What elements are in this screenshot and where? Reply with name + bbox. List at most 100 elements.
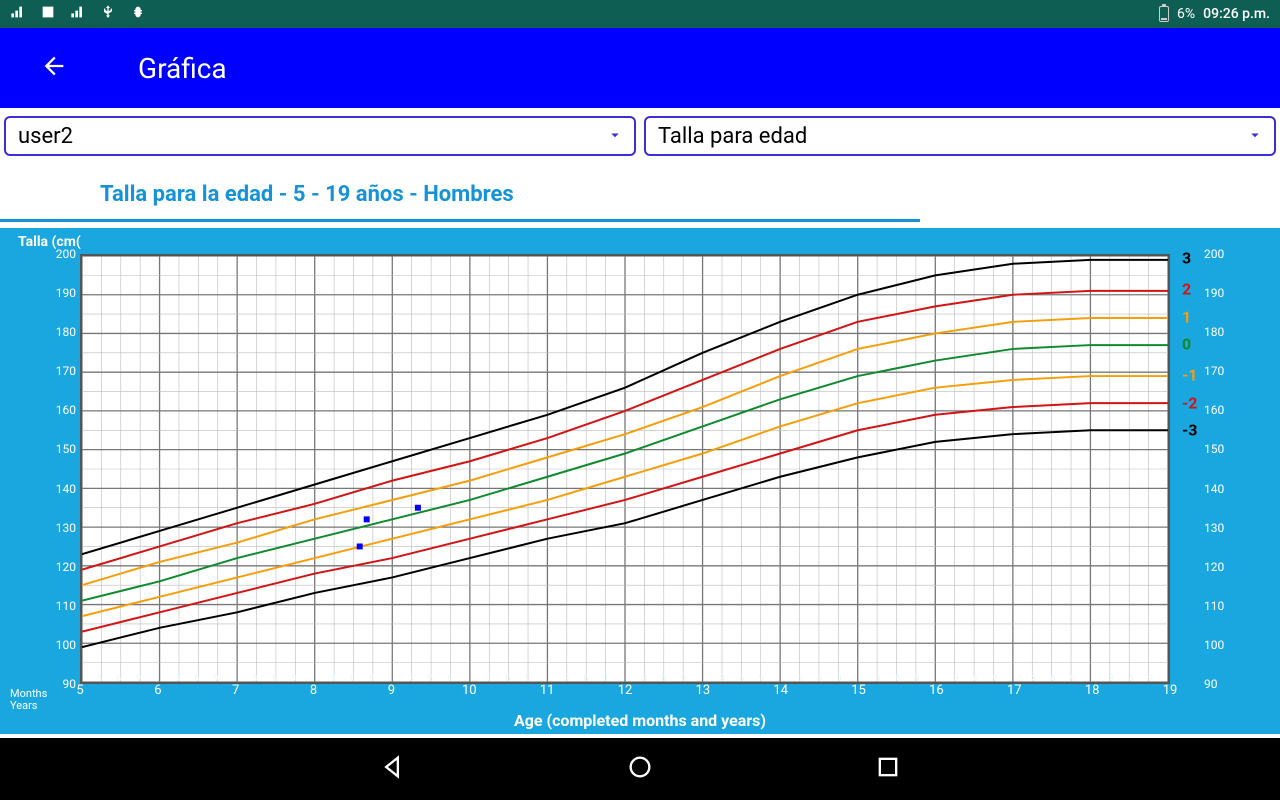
y-tick: 150 [48, 442, 76, 456]
x-subtick: 6 [116, 674, 121, 684]
x-subtick: 3 [253, 674, 258, 684]
x-subtick: 6 [584, 674, 589, 684]
nav-back-button[interactable] [378, 753, 406, 785]
nav-home-button[interactable] [626, 753, 654, 785]
x-tick: 9 [388, 683, 395, 698]
x-tick: 5 [76, 683, 83, 698]
user-selector[interactable]: user2 [4, 116, 636, 156]
battery-icon [1159, 6, 1169, 22]
x-subtick: 9 [1148, 674, 1153, 684]
x-subtick: 6 [506, 674, 511, 684]
x-subtick: 3 [798, 674, 803, 684]
sd-label: 3 [1182, 248, 1191, 267]
plot-area [80, 254, 1170, 684]
x-subtick: 6 [272, 674, 277, 684]
x-subtick: 6 [194, 674, 199, 684]
y-tick: 200 [48, 247, 76, 261]
growth-chart: Talla (cm( Months Years Age (completed m… [0, 228, 1280, 734]
x-subtick: 3 [1031, 674, 1036, 684]
x-subtick: 3 [486, 674, 491, 684]
x-tick: 8 [310, 683, 317, 698]
y-tick: 190 [1204, 286, 1234, 300]
sd-label: -3 [1182, 420, 1197, 439]
x-tick: 12 [618, 683, 633, 698]
sd-label: 2 [1182, 280, 1191, 299]
x-subtick: 6 [973, 674, 978, 684]
x-subtick: 3 [876, 674, 881, 684]
x-subtick: 9 [292, 674, 297, 684]
x-subtick: 3 [953, 674, 958, 684]
sd-label: -1 [1182, 366, 1197, 385]
x-tick: 11 [540, 683, 555, 698]
chevron-down-icon [1246, 125, 1264, 150]
y-tick: 130 [48, 521, 76, 535]
y-tick: 90 [1204, 677, 1234, 691]
x-subtick: 9 [837, 674, 842, 684]
x-subtick: 3 [564, 674, 569, 684]
x-subtick: 3 [331, 674, 336, 684]
nav-recents-button[interactable] [874, 753, 902, 785]
x-tick: 13 [696, 683, 711, 698]
x-subtick: 6 [428, 674, 433, 684]
x-tick: 19 [1163, 683, 1178, 698]
x-subtick: 3 [720, 674, 725, 684]
app-bar: Gráfica [0, 28, 1280, 108]
x-subtick: 6 [1051, 674, 1056, 684]
sd-label: -2 [1182, 393, 1197, 412]
x-subtick: 6 [661, 674, 666, 684]
sd-label: 1 [1182, 307, 1191, 326]
image-icon [40, 4, 56, 24]
chevron-down-icon [606, 125, 624, 150]
debug-icon [130, 4, 146, 24]
y-tick: 180 [1204, 325, 1234, 339]
x-subtick: 9 [214, 674, 219, 684]
y-tick: 100 [1204, 638, 1234, 652]
y-tick: 190 [48, 286, 76, 300]
y-tick: 130 [1204, 521, 1234, 535]
x-subtick: 9 [447, 674, 452, 684]
x-tick: 16 [929, 683, 944, 698]
title-underline [0, 219, 920, 222]
user-selector-value: user2 [18, 124, 73, 149]
metric-selector[interactable]: Talla para edad [644, 116, 1276, 156]
android-status-bar: 6% 09:26 p.m. [0, 0, 1280, 28]
x-subtick: 9 [136, 674, 141, 684]
y-tick: 100 [48, 638, 76, 652]
x-subtick: 9 [1070, 674, 1075, 684]
y-tick: 160 [1204, 403, 1234, 417]
x-tick: 15 [851, 683, 866, 698]
y-tick: 170 [1204, 364, 1234, 378]
x-subtick: 6 [895, 674, 900, 684]
x-subtick: 3 [408, 674, 413, 684]
y-tick: 200 [1204, 247, 1234, 261]
y-tick: 150 [1204, 442, 1234, 456]
x-axis-label: Age (completed months and years) [514, 711, 766, 730]
x-tick: 17 [1007, 683, 1022, 698]
metric-selector-value: Talla para edad [658, 124, 807, 149]
y-tick: 170 [48, 364, 76, 378]
signal-icon [10, 4, 26, 24]
x-subtick: 6 [350, 674, 355, 684]
x-tick: 7 [232, 683, 239, 698]
x-subtick: 6 [817, 674, 822, 684]
battery-percent: 6% [1177, 6, 1195, 22]
usb-icon [100, 4, 116, 24]
sd-label: 0 [1182, 334, 1191, 353]
y-tick: 110 [48, 599, 76, 613]
axis-corner-labels: Months Years [10, 688, 47, 712]
x-subtick: 9 [914, 674, 919, 684]
appbar-title: Gráfica [138, 52, 227, 85]
back-button[interactable] [40, 52, 68, 84]
chart-title: Talla para la edad - 5 - 19 años - Hombr… [0, 164, 1280, 213]
x-subtick: 6 [739, 674, 744, 684]
x-subtick: 9 [525, 674, 530, 684]
y-tick: 120 [1204, 560, 1234, 574]
chart-title-block: Talla para la edad - 5 - 19 años - Hombr… [0, 164, 1280, 222]
x-tick: 14 [773, 683, 788, 698]
x-subtick: 9 [369, 674, 374, 684]
y-tick: 160 [48, 403, 76, 417]
x-subtick: 3 [97, 674, 102, 684]
x-subtick: 9 [603, 674, 608, 684]
x-tick: 18 [1085, 683, 1100, 698]
x-subtick: 3 [175, 674, 180, 684]
